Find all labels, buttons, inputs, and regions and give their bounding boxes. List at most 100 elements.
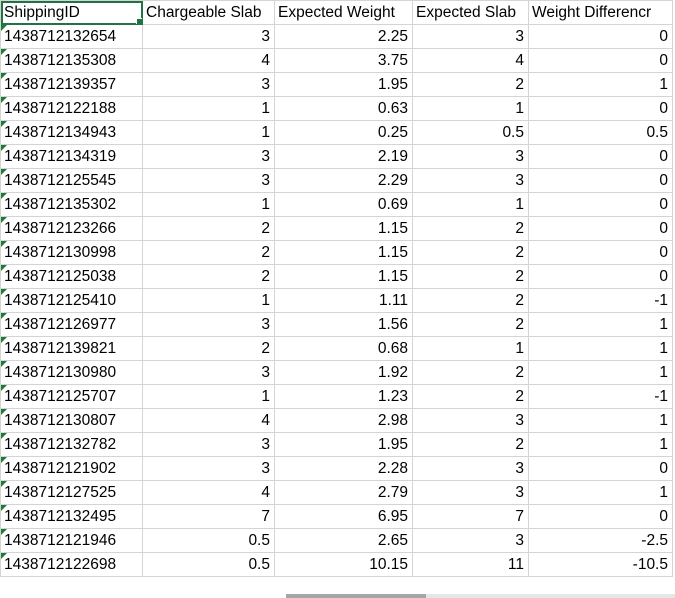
header-cell-weight-difference[interactable]: Weight Differencr bbox=[528, 0, 673, 25]
cell-weight-difference[interactable]: 0 bbox=[528, 24, 673, 49]
cell-shipping-id[interactable]: 1438712126977 bbox=[0, 312, 143, 337]
cell-expected-weight[interactable]: 2.29 bbox=[274, 168, 413, 193]
cell-expected-weight[interactable]: 1.56 bbox=[274, 312, 413, 337]
cell-shipping-id[interactable]: 1438712135308 bbox=[0, 48, 143, 73]
cell-expected-slab[interactable]: 3 bbox=[412, 168, 529, 193]
cell-expected-slab[interactable]: 3 bbox=[412, 528, 529, 553]
cell-shipping-id[interactable]: 1438712121946 bbox=[0, 528, 143, 553]
header-cell-shipping-id[interactable]: ShippingID bbox=[0, 0, 143, 25]
cell-chargeable-slab[interactable]: 3 bbox=[142, 432, 275, 457]
cell-shipping-id[interactable]: 1438712139357 bbox=[0, 72, 143, 97]
cell-shipping-id[interactable]: 1438712134319 bbox=[0, 144, 143, 169]
cell-expected-weight[interactable]: 6.95 bbox=[274, 504, 413, 529]
cell-weight-difference[interactable]: 0 bbox=[528, 144, 673, 169]
cell-shipping-id[interactable]: 1438712130998 bbox=[0, 240, 143, 265]
scrollbar-thumb[interactable] bbox=[286, 594, 426, 598]
cell-expected-slab[interactable]: 3 bbox=[412, 144, 529, 169]
cell-expected-slab[interactable]: 3 bbox=[412, 408, 529, 433]
cell-expected-slab[interactable]: 3 bbox=[412, 24, 529, 49]
cell-expected-slab[interactable]: 2 bbox=[412, 264, 529, 289]
header-cell-expected-slab[interactable]: Expected Slab bbox=[412, 0, 529, 25]
cell-weight-difference[interactable]: 0 bbox=[528, 456, 673, 481]
header-cell-expected-weight[interactable]: Expected Weight bbox=[274, 0, 413, 25]
header-cell-chargeable-slab[interactable]: Chargeable Slab bbox=[142, 0, 275, 25]
horizontal-scrollbar[interactable] bbox=[286, 594, 675, 598]
cell-expected-weight[interactable]: 2.19 bbox=[274, 144, 413, 169]
cell-chargeable-slab[interactable]: 3 bbox=[142, 360, 275, 385]
cell-shipping-id[interactable]: 1438712121902 bbox=[0, 456, 143, 481]
cell-weight-difference[interactable]: 0 bbox=[528, 192, 673, 217]
cell-expected-weight[interactable]: 0.69 bbox=[274, 192, 413, 217]
cell-expected-weight[interactable]: 0.68 bbox=[274, 336, 413, 361]
cell-chargeable-slab[interactable]: 1 bbox=[142, 192, 275, 217]
cell-shipping-id[interactable]: 1438712130980 bbox=[0, 360, 143, 385]
cell-expected-slab[interactable]: 2 bbox=[412, 288, 529, 313]
cell-weight-difference[interactable]: 1 bbox=[528, 336, 673, 361]
cell-chargeable-slab[interactable]: 4 bbox=[142, 408, 275, 433]
cell-expected-weight[interactable]: 1.23 bbox=[274, 384, 413, 409]
cell-shipping-id[interactable]: 1438712132782 bbox=[0, 432, 143, 457]
cell-expected-weight[interactable]: 1.92 bbox=[274, 360, 413, 385]
cell-expected-slab[interactable]: 2 bbox=[412, 432, 529, 457]
cell-weight-difference[interactable]: 0 bbox=[528, 216, 673, 241]
cell-weight-difference[interactable]: 1 bbox=[528, 432, 673, 457]
cell-chargeable-slab[interactable]: 4 bbox=[142, 480, 275, 505]
spreadsheet-grid[interactable]: ShippingID Chargeable Slab Expected Weig… bbox=[0, 0, 675, 598]
cell-weight-difference[interactable]: 1 bbox=[528, 480, 673, 505]
cell-shipping-id[interactable]: 1438712125545 bbox=[0, 168, 143, 193]
cell-weight-difference[interactable]: -2.5 bbox=[528, 528, 673, 553]
cell-expected-weight[interactable]: 3.75 bbox=[274, 48, 413, 73]
cell-expected-weight[interactable]: 2.25 bbox=[274, 24, 413, 49]
cell-shipping-id[interactable]: 1438712123266 bbox=[0, 216, 143, 241]
cell-expected-weight[interactable]: 0.25 bbox=[274, 120, 413, 145]
cell-expected-weight[interactable]: 0.63 bbox=[274, 96, 413, 121]
cell-shipping-id[interactable]: 1438712127525 bbox=[0, 480, 143, 505]
cell-shipping-id[interactable]: 1438712134943 bbox=[0, 120, 143, 145]
cell-weight-difference[interactable]: 1 bbox=[528, 360, 673, 385]
cell-shipping-id[interactable]: 1438712132495 bbox=[0, 504, 143, 529]
cell-weight-difference[interactable]: -1 bbox=[528, 384, 673, 409]
cell-expected-weight[interactable]: 1.95 bbox=[274, 432, 413, 457]
cell-expected-weight[interactable]: 1.15 bbox=[274, 216, 413, 241]
cell-chargeable-slab[interactable]: 2 bbox=[142, 336, 275, 361]
cell-expected-slab[interactable]: 2 bbox=[412, 360, 529, 385]
cell-weight-difference[interactable]: 0 bbox=[528, 96, 673, 121]
cell-chargeable-slab[interactable]: 2 bbox=[142, 264, 275, 289]
cell-weight-difference[interactable]: -10.5 bbox=[528, 552, 673, 577]
cell-expected-slab[interactable]: 2 bbox=[412, 312, 529, 337]
cell-expected-weight[interactable]: 2.79 bbox=[274, 480, 413, 505]
cell-weight-difference[interactable]: -1 bbox=[528, 288, 673, 313]
cell-chargeable-slab[interactable]: 1 bbox=[142, 96, 275, 121]
cell-weight-difference[interactable]: 1 bbox=[528, 72, 673, 97]
cell-shipping-id[interactable]: 1438712122698 bbox=[0, 552, 143, 577]
cell-chargeable-slab[interactable]: 2 bbox=[142, 216, 275, 241]
cell-expected-weight[interactable]: 1.15 bbox=[274, 240, 413, 265]
cell-chargeable-slab[interactable]: 1 bbox=[142, 288, 275, 313]
cell-chargeable-slab[interactable]: 4 bbox=[142, 48, 275, 73]
cell-weight-difference[interactable]: 0 bbox=[528, 240, 673, 265]
cell-weight-difference[interactable]: 0 bbox=[528, 264, 673, 289]
cell-expected-slab[interactable]: 0.5 bbox=[412, 120, 529, 145]
cell-chargeable-slab[interactable]: 3 bbox=[142, 24, 275, 49]
cell-shipping-id[interactable]: 1438712125038 bbox=[0, 264, 143, 289]
cell-expected-slab[interactable]: 3 bbox=[412, 480, 529, 505]
cell-shipping-id[interactable]: 1438712130807 bbox=[0, 408, 143, 433]
cell-expected-slab[interactable]: 7 bbox=[412, 504, 529, 529]
cell-chargeable-slab[interactable]: 1 bbox=[142, 384, 275, 409]
cell-expected-slab[interactable]: 4 bbox=[412, 48, 529, 73]
cell-weight-difference[interactable]: 0.5 bbox=[528, 120, 673, 145]
cell-expected-weight[interactable]: 1.11 bbox=[274, 288, 413, 313]
cell-expected-weight[interactable]: 1.15 bbox=[274, 264, 413, 289]
cell-shipping-id[interactable]: 1438712139821 bbox=[0, 336, 143, 361]
cell-expected-slab[interactable]: 2 bbox=[412, 384, 529, 409]
cell-expected-weight[interactable]: 2.98 bbox=[274, 408, 413, 433]
cell-chargeable-slab[interactable]: 2 bbox=[142, 240, 275, 265]
cell-expected-slab[interactable]: 3 bbox=[412, 456, 529, 481]
cell-chargeable-slab[interactable]: 3 bbox=[142, 72, 275, 97]
cell-weight-difference[interactable]: 1 bbox=[528, 408, 673, 433]
cell-expected-slab[interactable]: 2 bbox=[412, 72, 529, 97]
cell-chargeable-slab[interactable]: 0.5 bbox=[142, 552, 275, 577]
cell-shipping-id[interactable]: 1438712135302 bbox=[0, 192, 143, 217]
cell-chargeable-slab[interactable]: 3 bbox=[142, 312, 275, 337]
cell-chargeable-slab[interactable]: 3 bbox=[142, 456, 275, 481]
